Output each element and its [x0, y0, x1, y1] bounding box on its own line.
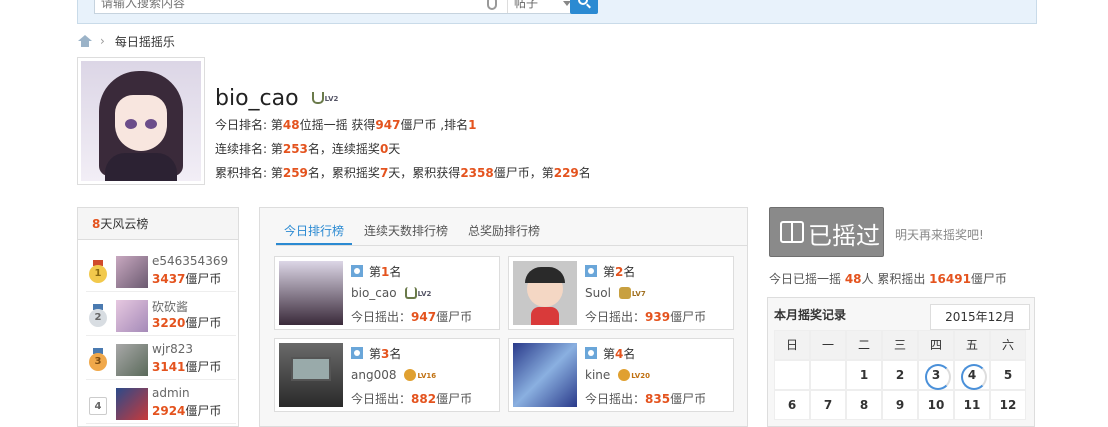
level-badge: LV16 — [404, 368, 440, 383]
user-thumbnail[interactable] — [116, 344, 148, 376]
calendar-day: 9 — [882, 390, 918, 420]
rank-card[interactable]: 第3名 ang008 LV16 今日摇出：882僵尸币 — [274, 338, 500, 412]
calendar-day: 12 — [990, 390, 1026, 420]
level-badge: LV20 — [618, 368, 654, 383]
rank-flag-icon — [351, 265, 363, 277]
tab-total[interactable]: 总奖励排行榜 — [460, 218, 548, 245]
search-type-select[interactable]: 帖子 — [507, 0, 577, 13]
user-thumbnail[interactable] — [116, 256, 148, 288]
search-type-label: 帖子 — [514, 0, 539, 10]
list-item[interactable]: 3 wjr823 3141僵尸币 — [86, 340, 236, 380]
breadcrumb: › 每日摇摇乐 — [78, 33, 175, 49]
avatar[interactable] — [77, 57, 205, 185]
search-box: 帖子 — [94, 0, 578, 14]
level-badge: LV7 — [618, 286, 655, 301]
level-badge: LV2 — [311, 92, 348, 106]
calendar-week: 12345 — [774, 360, 1030, 390]
silver-medal-icon: 2 — [88, 304, 108, 327]
rank-card[interactable]: 第2名 Suol LV7 今日摇出：939僵尸币 — [508, 256, 734, 330]
rank-flag-icon — [585, 347, 597, 359]
calendar-day: 1 — [846, 360, 882, 390]
ranking-panel: 今日排行榜 连续天数排行榜 总奖励排行榜 第1名 bio_cao LV2 今日摇出… — [259, 207, 748, 427]
search-button[interactable] — [570, 0, 598, 14]
search-input[interactable] — [95, 0, 455, 13]
rank-flag-icon — [351, 347, 363, 359]
calendar-day — [810, 360, 846, 390]
user-thumbnail[interactable] — [513, 343, 577, 407]
list-item[interactable]: 4 admin 2924僵尸币 — [86, 384, 236, 424]
rank-card[interactable]: 第4名 kine LV20 今日摇出：835僵尸币 — [508, 338, 734, 412]
breadcrumb-separator: › — [100, 34, 105, 48]
shake-summary: 今日已摇一摇 48人 累积摇出 16491僵尸币 — [769, 272, 1007, 286]
list-item[interactable]: 2 砍砍酱 3220僵尸币 — [86, 296, 236, 336]
calendar-week: 6 7 8 9 10 11 12 — [774, 390, 1030, 420]
top-search-bar: 帖子 — [77, 0, 1037, 24]
shake-calendar: 本月摇奖记录 2015年12月 日一二三四五六 12345 6 7 8 9 10 11 12 — [767, 297, 1035, 427]
weekday-header: 日一二三四五六 — [774, 330, 1030, 360]
rank-flag-icon — [585, 265, 597, 277]
eight-day-board: 8天风云榜 1 e546354369 3437僵尸币 2 砍砍酱 3220僵尸币… — [77, 207, 239, 427]
breadcrumb-current[interactable]: 每日摇摇乐 — [115, 33, 175, 50]
microphone-icon[interactable] — [487, 0, 497, 10]
ranking-tabs: 今日排行榜 连续天数排行榜 总奖励排行榜 — [276, 218, 748, 246]
rank-card[interactable]: 第1名 bio_cao LV2 今日摇出：947僵尸币 — [274, 256, 500, 330]
total-rank-line: 累积排名: 第259名，累积摇奖7天，累积获得2358僵尸币，第229名 — [215, 166, 591, 180]
sprout-icon — [311, 92, 324, 104]
user-thumbnail[interactable] — [116, 388, 148, 420]
calendar-day — [774, 360, 810, 390]
bronze-medal-icon: 3 — [88, 348, 108, 371]
home-icon[interactable] — [78, 35, 92, 47]
gold-medal-icon: 1 — [88, 260, 108, 283]
calendar-month[interactable]: 2015年12月 — [930, 304, 1030, 330]
board-title: 8天风云榜 — [78, 208, 238, 240]
calendar-title: 本月摇奖记录 — [774, 308, 847, 322]
calendar-day: 10 — [918, 390, 954, 420]
calendar-day: 5 — [990, 360, 1026, 390]
avatar-image — [81, 61, 201, 181]
username: bio_cao LV2 — [215, 86, 348, 111]
calendar-day: 6 — [774, 390, 810, 420]
tomorrow-note: 明天再来摇奖吧! — [895, 228, 984, 242]
gift-icon — [780, 221, 804, 243]
rank-number-icon: 4 — [88, 392, 108, 415]
calendar-day-marked: 4 — [954, 360, 990, 390]
user-thumbnail[interactable] — [116, 300, 148, 332]
calendar-day-marked: 3 — [918, 360, 954, 390]
today-rank-line: 今日排名: 第48位摇一摇 获得947僵尸币 ,排名1 — [215, 118, 477, 132]
user-thumbnail[interactable] — [279, 343, 343, 407]
calendar-day: 8 — [846, 390, 882, 420]
list-item[interactable]: 1 e546354369 3437僵尸币 — [86, 252, 236, 292]
user-thumbnail[interactable] — [279, 261, 343, 325]
level-badge: LV2 — [404, 286, 441, 301]
calendar-day: 7 — [810, 390, 846, 420]
calendar-grid: 日一二三四五六 12345 6 7 8 9 10 11 12 — [774, 330, 1030, 420]
streak-rank-line: 连续排名: 第253名，连续摇奖0天 — [215, 142, 401, 156]
calendar-day: 2 — [882, 360, 918, 390]
tab-streak[interactable]: 连续天数排行榜 — [356, 218, 456, 245]
user-thumbnail[interactable] — [513, 261, 577, 325]
shake-button[interactable]: 已摇过 — [769, 207, 884, 257]
calendar-day: 11 — [954, 390, 990, 420]
tab-today[interactable]: 今日排行榜 — [276, 218, 353, 245]
